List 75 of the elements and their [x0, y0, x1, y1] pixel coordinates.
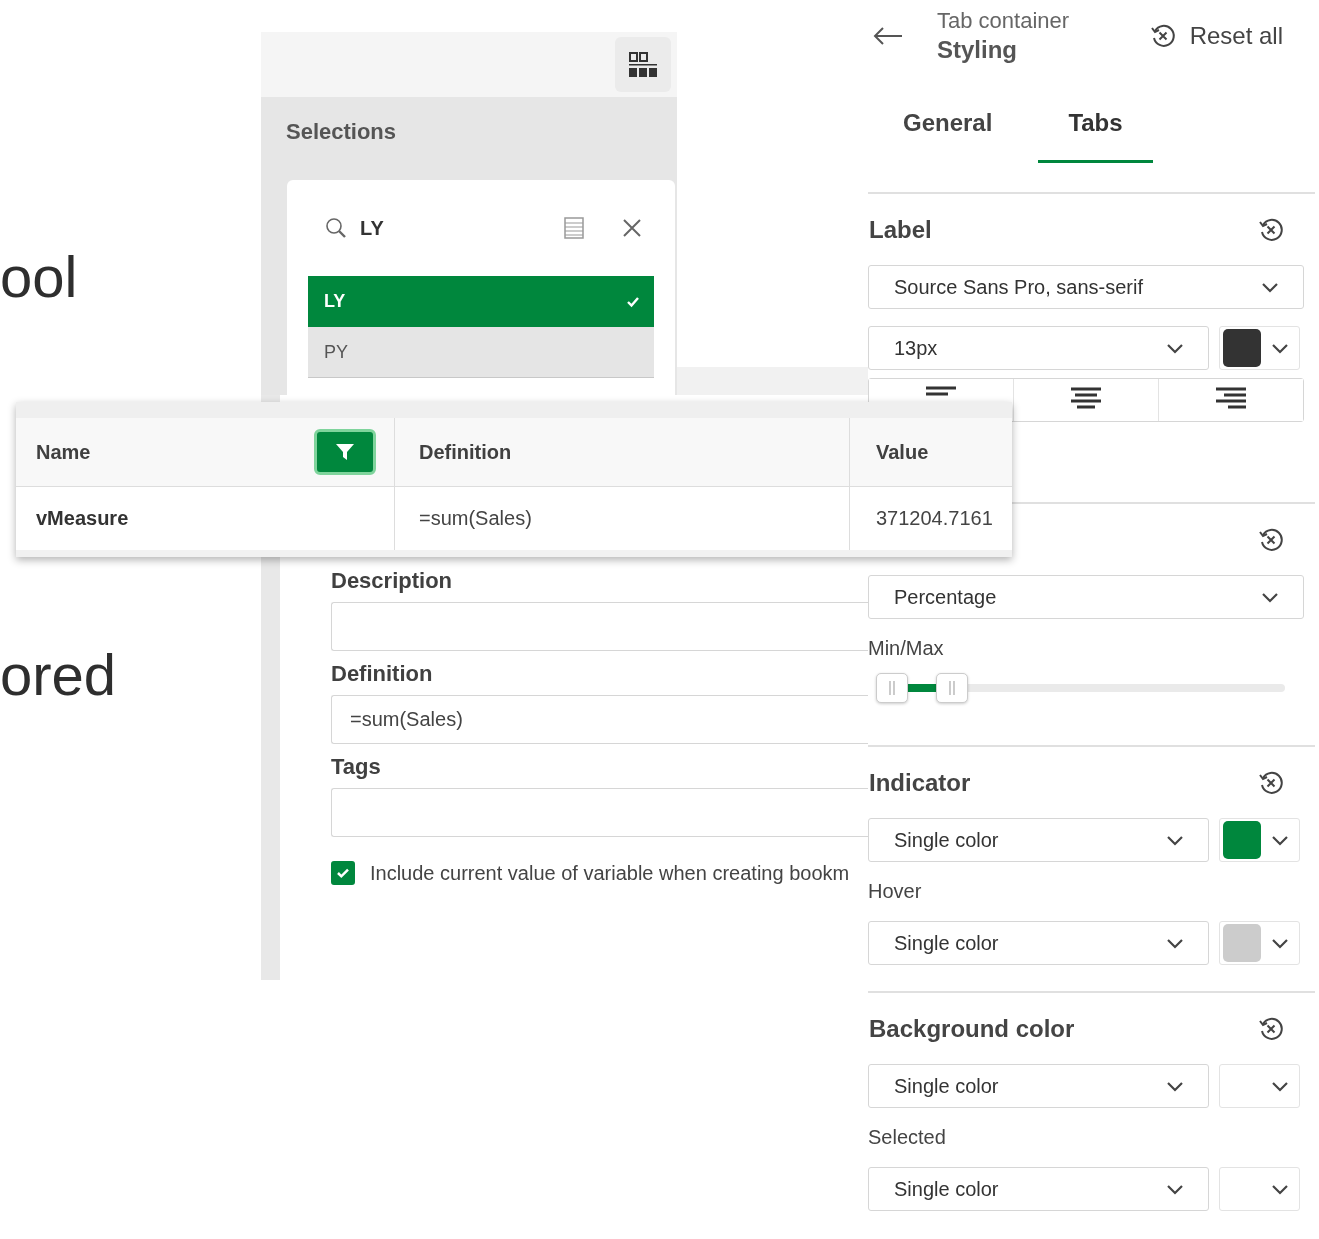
color-picker[interactable] — [1218, 1064, 1300, 1108]
chevron-down-icon — [1271, 1183, 1289, 1195]
breadcrumb-text: Tab container — [937, 7, 1070, 35]
filter-icon — [335, 442, 355, 462]
field-label: Tags — [331, 754, 382, 781]
slider-handle[interactable] — [876, 673, 908, 703]
color-picker[interactable] — [1218, 921, 1300, 965]
check-icon — [626, 295, 640, 308]
field-label: Selected — [868, 1125, 947, 1150]
dropdown[interactable]: Single color — [868, 921, 1209, 965]
reset-icon[interactable] — [1258, 527, 1284, 553]
reset-icon — [1149, 23, 1176, 49]
panel-title: Selections — [286, 118, 398, 146]
background-heading-text: ool — [0, 248, 78, 306]
selection-item[interactable]: LY — [308, 276, 654, 327]
field-label: Description — [331, 568, 454, 595]
input-field[interactable] — [331, 788, 868, 837]
chevron-down-icon — [1271, 1080, 1289, 1092]
column-header: Name — [36, 440, 91, 464]
back-arrow-icon[interactable] — [872, 26, 904, 46]
range-slider[interactable] — [876, 673, 1285, 703]
color-picker[interactable] — [1218, 818, 1300, 862]
search-field[interactable]: LY — [360, 216, 552, 240]
column-header: Value — [876, 440, 929, 464]
section-title: Indicator — [869, 769, 971, 797]
field-label: Min/Max — [868, 636, 945, 661]
field-label: Definition — [331, 661, 434, 688]
align-left-icon — [926, 385, 956, 397]
chevron-down-icon — [1271, 342, 1289, 354]
color-picker[interactable] — [1218, 326, 1300, 370]
reset-icon[interactable] — [1258, 770, 1284, 796]
table-cell: vMeasure — [36, 507, 129, 530]
filter-button[interactable] — [314, 429, 376, 475]
search-icon — [324, 216, 348, 240]
dropdown[interactable]: Source Sans Pro, sans-serif — [868, 265, 1304, 309]
chevron-down-icon — [1261, 281, 1279, 293]
panel-title: Styling — [937, 35, 1018, 65]
dropdown[interactable]: 13px — [868, 326, 1209, 370]
chevron-down-icon — [1165, 1080, 1184, 1092]
grip-icon — [888, 681, 896, 695]
chevron-down-icon — [1271, 834, 1289, 846]
reset-all-button[interactable]: Reset all — [1149, 22, 1283, 50]
grid-layout-button[interactable] — [615, 37, 671, 92]
slider-handle[interactable] — [936, 673, 969, 703]
dropdown[interactable]: Single color — [868, 1064, 1209, 1108]
input-field[interactable]: =sum(Sales) — [331, 695, 868, 744]
section-title: Label — [869, 216, 932, 244]
tab[interactable]: General — [873, 85, 1023, 163]
checkbox[interactable] — [331, 861, 355, 885]
dropdown[interactable]: Single color — [868, 1167, 1209, 1211]
input-field[interactable] — [331, 602, 868, 651]
reset-icon[interactable] — [1258, 217, 1284, 243]
close-icon[interactable] — [622, 218, 642, 238]
dropdown[interactable]: Single color — [868, 818, 1209, 862]
field-label: Hover — [868, 879, 923, 904]
grid-icon — [628, 50, 658, 79]
dropdown[interactable]: Percentage — [868, 575, 1304, 619]
chevron-down-icon — [1165, 1183, 1184, 1195]
background-heading-text: ored — [0, 646, 117, 704]
list-icon[interactable] — [564, 217, 584, 239]
section-title: Background color — [869, 1015, 1075, 1043]
tab[interactable]: Tabs — [1038, 85, 1153, 163]
table-cell: 371204.7161 — [876, 507, 993, 530]
color-picker[interactable] — [1218, 1167, 1300, 1211]
reset-icon[interactable] — [1258, 1016, 1284, 1042]
checkbox-label: Include current value of variable when creating bookm — [370, 861, 850, 885]
grip-icon — [948, 681, 957, 695]
chevron-down-icon — [1261, 591, 1279, 603]
chevron-down-icon — [1165, 834, 1184, 846]
table-cell: =sum(Sales) — [419, 507, 532, 530]
selection-item[interactable]: PY — [308, 327, 654, 378]
chevron-down-icon — [1165, 342, 1184, 354]
column-header: Definition — [419, 440, 512, 464]
chevron-down-icon — [1271, 937, 1289, 949]
chevron-down-icon — [1165, 937, 1184, 949]
